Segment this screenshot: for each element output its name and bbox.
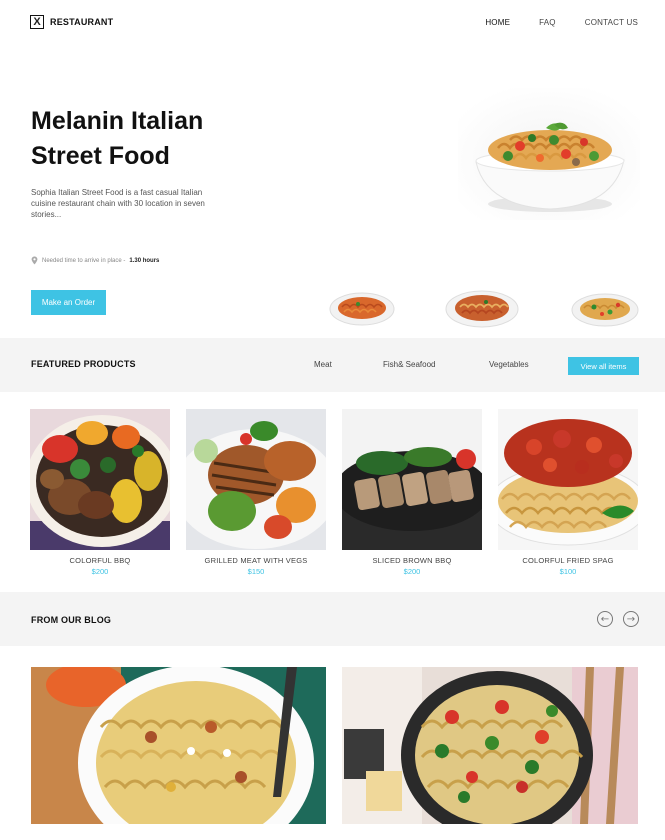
product-card[interactable]: COLORFUL BBQ $200 (30, 409, 170, 576)
arrow-left-icon[interactable]: ← (597, 611, 613, 627)
thumbnail-pasta-2[interactable] (444, 287, 520, 329)
arrival-time: Needed time to arrive in place - 1.30 ho… (31, 256, 159, 265)
thumbnail-pasta-3[interactable] (570, 290, 640, 328)
product-price: $150 (247, 567, 265, 576)
hero-title-line1: Melanin Italian (31, 107, 204, 135)
arrow-right-icon[interactable]: → (623, 611, 639, 627)
view-all-items-button[interactable]: View all items (568, 357, 639, 375)
product-image-sliced-brown-bbq[interactable] (342, 409, 482, 550)
hero-pasta-bowl-image (458, 88, 640, 220)
main-nav: HOME FAQ CONTACT US (485, 18, 638, 27)
product-image-colorful-bbq[interactable] (30, 409, 170, 550)
product-name: COLORFUL BBQ (69, 556, 131, 565)
make-order-button[interactable]: Make an Order (31, 290, 106, 315)
thumbnail-pasta-1[interactable] (328, 289, 396, 327)
product-card[interactable]: SLICED BROWN BBQ $200 (342, 409, 482, 576)
product-price: $200 (91, 567, 109, 576)
blog-title: FROM OUR BLOG (31, 615, 112, 625)
product-image-colorful-fried-spag[interactable] (498, 409, 638, 550)
product-image-grilled-meat[interactable] (186, 409, 326, 550)
arrival-label: Needed time to arrive in place - (42, 257, 126, 264)
filter-meat[interactable]: Meat (314, 360, 332, 369)
product-price: $200 (403, 567, 421, 576)
arrival-value: 1.30 hours (129, 257, 160, 264)
site-header: X RESTAURANT HOME FAQ CONTACT US (0, 0, 665, 46)
nav-contact-us[interactable]: CONTACT US (585, 18, 638, 27)
filter-fish-seafood[interactable]: Fish& Seafood (383, 360, 435, 369)
featured-products-title: FEATURED PRODUCTS (31, 359, 136, 369)
location-pin-icon (31, 256, 38, 265)
logo-mark: X (30, 15, 44, 29)
blog-bar: FROM OUR BLOG ← → (0, 592, 665, 646)
filter-vegetables[interactable]: Vegetables (489, 360, 529, 369)
product-name: SLICED BROWN BBQ (372, 556, 452, 565)
hero-title: Melanin Italian Street Food (31, 104, 291, 174)
blog-image-spaghetti-bowl[interactable] (31, 667, 326, 824)
featured-products-bar: FEATURED PRODUCTS Meat Fish& Seafood Veg… (0, 338, 665, 392)
product-card[interactable]: COLORFUL FRIED SPAG $100 (498, 409, 638, 576)
product-price: $100 (559, 567, 577, 576)
hero-title-line2: Street Food (31, 142, 170, 170)
logo-text: RESTAURANT (50, 17, 114, 27)
product-card[interactable]: GRILLED MEAT WITH VEGS $150 (186, 409, 326, 576)
nav-home[interactable]: HOME (485, 18, 510, 27)
logo[interactable]: X RESTAURANT (30, 15, 113, 29)
product-name: COLORFUL FRIED SPAG (522, 556, 614, 565)
hero-description: Sophia Italian Street Food is a fast cas… (31, 188, 205, 219)
nav-faq[interactable]: FAQ (539, 18, 556, 27)
product-name: GRILLED MEAT WITH VEGS (204, 556, 308, 565)
blog-image-pasta-pan[interactable] (342, 667, 638, 824)
